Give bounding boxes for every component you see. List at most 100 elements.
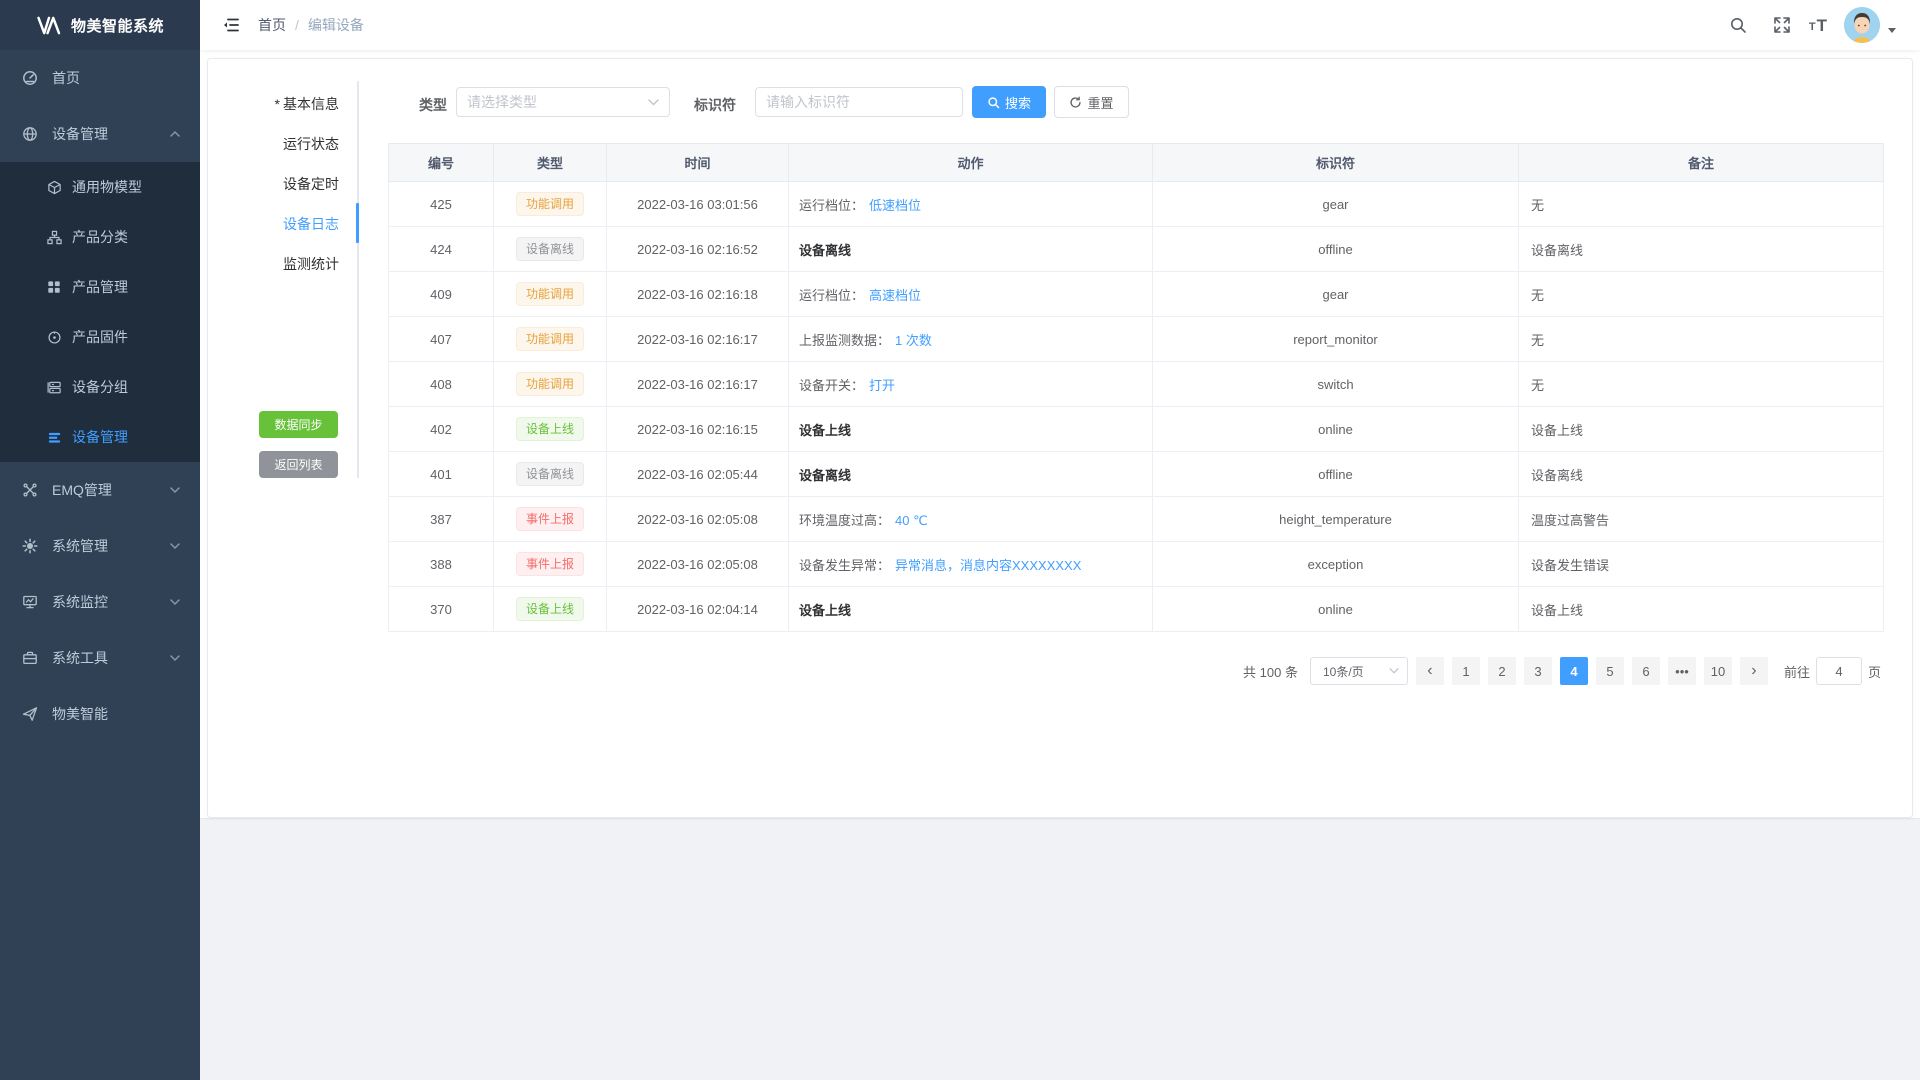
tab-device-log[interactable]: 设备日志	[208, 204, 358, 244]
col-header-action: 动作	[789, 144, 1153, 182]
tabs-active-bar	[356, 203, 359, 243]
identifier-input[interactable]	[755, 87, 963, 117]
cell-no: 424	[389, 227, 494, 272]
tab-basic-info[interactable]: *基本信息	[208, 84, 358, 124]
sidebar-item-device-group[interactable]: 设备分组	[0, 362, 200, 412]
tab-monitor-stats[interactable]: 监测统计	[208, 244, 358, 284]
fullscreen-icon[interactable]	[1765, 8, 1799, 42]
action-value-link[interactable]: 1 次数	[895, 333, 932, 348]
cell-identifier: gear	[1153, 272, 1519, 317]
cell-time: 2022-03-16 02:05:08	[607, 497, 789, 542]
action-value-link[interactable]: 40 ℃	[895, 513, 928, 528]
cell-action: 环境温度过高：40 ℃	[789, 497, 1153, 542]
reset-button[interactable]: 重置	[1054, 86, 1129, 118]
sidebar-item-label: 产品分类	[72, 227, 180, 247]
page-button-1[interactable]: 1	[1452, 657, 1480, 685]
action-value-link[interactable]: 异常消息，消息内容XXXXXXXX	[895, 558, 1081, 573]
sidebar-item-label: 产品管理	[72, 277, 180, 297]
topbar: 首页 / 编辑设备 TT	[200, 0, 1920, 50]
chevron-down-icon	[170, 653, 180, 663]
cell-identifier: online	[1153, 407, 1519, 452]
device-tabs: *基本信息 运行状态 设备定时 设备日志 监测统计	[208, 84, 358, 284]
dashboard-icon	[22, 70, 38, 86]
chevron-down-icon	[170, 597, 180, 607]
breadcrumb-home[interactable]: 首页	[258, 15, 286, 35]
tab-label: 设备定时	[283, 176, 339, 192]
sidebar-item-product-firmware[interactable]: 产品固件	[0, 312, 200, 362]
data-sync-button[interactable]: 数据同步	[259, 411, 338, 438]
next-page-button[interactable]: ›	[1740, 657, 1768, 685]
back-to-list-button[interactable]: 返回列表	[259, 451, 338, 478]
main-content: *基本信息 运行状态 设备定时 设备日志 监测统计 数据同步 返回列表 类型 请…	[200, 50, 1920, 1080]
page-button-4[interactable]: 4	[1560, 657, 1588, 685]
avatar[interactable]	[1844, 7, 1880, 43]
sidebar-item-product-mgmt[interactable]: 产品管理	[0, 262, 200, 312]
sidebar-item-device-mgmt[interactable]: 设备管理	[0, 106, 200, 162]
sidebar-item-product-category[interactable]: 产品分类	[0, 212, 200, 262]
page-button-5[interactable]: 5	[1596, 657, 1624, 685]
prev-page-button[interactable]: ‹	[1416, 657, 1444, 685]
cell-no: 407	[389, 317, 494, 362]
cube-icon	[46, 179, 62, 195]
tab-device-timer[interactable]: 设备定时	[208, 164, 358, 204]
sidebar-item-home[interactable]: 首页	[0, 50, 200, 106]
table-row: 387 事件上报 2022-03-16 02:05:08 环境温度过高：40 ℃…	[389, 497, 1884, 542]
gear-icon	[22, 538, 38, 554]
cell-remark: 设备离线	[1519, 452, 1884, 497]
toolbox-icon	[22, 650, 38, 666]
logo-mark-icon	[36, 16, 61, 35]
sidebar-item-system-monitor[interactable]: 系统监控	[0, 574, 200, 630]
identifier-label: 标识符	[694, 95, 736, 115]
action-value-link[interactable]: 打开	[869, 378, 895, 393]
cell-action: 设备离线	[789, 452, 1153, 497]
sidebar-item-system-mgmt[interactable]: 系统管理	[0, 518, 200, 574]
action-value-link[interactable]: 低速档位	[869, 198, 921, 213]
cell-time: 2022-03-16 02:05:08	[607, 542, 789, 587]
firmware-icon	[46, 329, 62, 345]
search-icon[interactable]	[1721, 8, 1755, 42]
logo[interactable]: 物美智能系统	[0, 0, 200, 50]
sidebar-item-wumei-smart[interactable]: 物美智能	[0, 686, 200, 742]
sitemap-icon	[46, 229, 62, 245]
cell-type: 设备上线	[494, 407, 607, 452]
table-row: 408 功能调用 2022-03-16 02:16:17 设备开关：打开 swi…	[389, 362, 1884, 407]
sidebar-item-device-list[interactable]: 设备管理	[0, 412, 200, 462]
page-button-10[interactable]: 10	[1704, 657, 1732, 685]
page-size-select[interactable]: 10条/页	[1310, 657, 1408, 685]
sidebar-item-thing-model[interactable]: 通用物模型	[0, 162, 200, 212]
cell-identifier: height_temperature	[1153, 497, 1519, 542]
action-value-link[interactable]: 高速档位	[869, 288, 921, 303]
cell-type: 设备上线	[494, 587, 607, 632]
table-row: 388 事件上报 2022-03-16 02:05:08 设备发生异常：异常消息…	[389, 542, 1884, 587]
goto-page-input[interactable]	[1816, 657, 1862, 685]
cell-identifier: exception	[1153, 542, 1519, 587]
goto-prefix-label: 前往	[1784, 662, 1810, 681]
sidebar-fold-icon[interactable]	[216, 10, 246, 40]
sidebar-item-label: 设备管理	[72, 427, 180, 447]
sidebar-item-label: 系统监控	[52, 592, 170, 612]
tab-run-status[interactable]: 运行状态	[208, 124, 358, 164]
user-menu[interactable]	[1844, 7, 1896, 43]
page-button-2[interactable]: 2	[1488, 657, 1516, 685]
sidebar-item-emq-mgmt[interactable]: EMQ管理	[0, 462, 200, 518]
chevron-up-icon	[170, 129, 180, 139]
more-pages-button[interactable]: •••	[1668, 657, 1696, 685]
type-label: 类型	[419, 95, 447, 115]
col-header-type: 类型	[494, 144, 607, 182]
table-header-row: 编号 类型 时间 动作 标识符 备注	[389, 144, 1884, 182]
table-row: 407 功能调用 2022-03-16 02:16:17 上报监测数据：1 次数…	[389, 317, 1884, 362]
search-button[interactable]: 搜索	[972, 86, 1046, 118]
page-button-3[interactable]: 3	[1524, 657, 1552, 685]
font-size-icon[interactable]: TT	[1809, 16, 1828, 35]
cell-type: 设备离线	[494, 452, 607, 497]
search-icon	[987, 96, 1000, 109]
cell-type: 事件上报	[494, 497, 607, 542]
cell-action: 设备开关：打开	[789, 362, 1153, 407]
device-edit-card: *基本信息 运行状态 设备定时 设备日志 监测统计 数据同步 返回列表 类型 请…	[207, 58, 1913, 818]
sidebar-item-label: 物美智能	[52, 704, 180, 724]
type-select[interactable]: 请选择类型	[456, 87, 670, 117]
reset-button-label: 重置	[1087, 93, 1113, 112]
page-button-6[interactable]: 6	[1632, 657, 1660, 685]
device-log-table: 编号 类型 时间 动作 标识符 备注 425 功能调用 2022-03-16 0	[388, 143, 1883, 632]
sidebar-item-system-tools[interactable]: 系统工具	[0, 630, 200, 686]
